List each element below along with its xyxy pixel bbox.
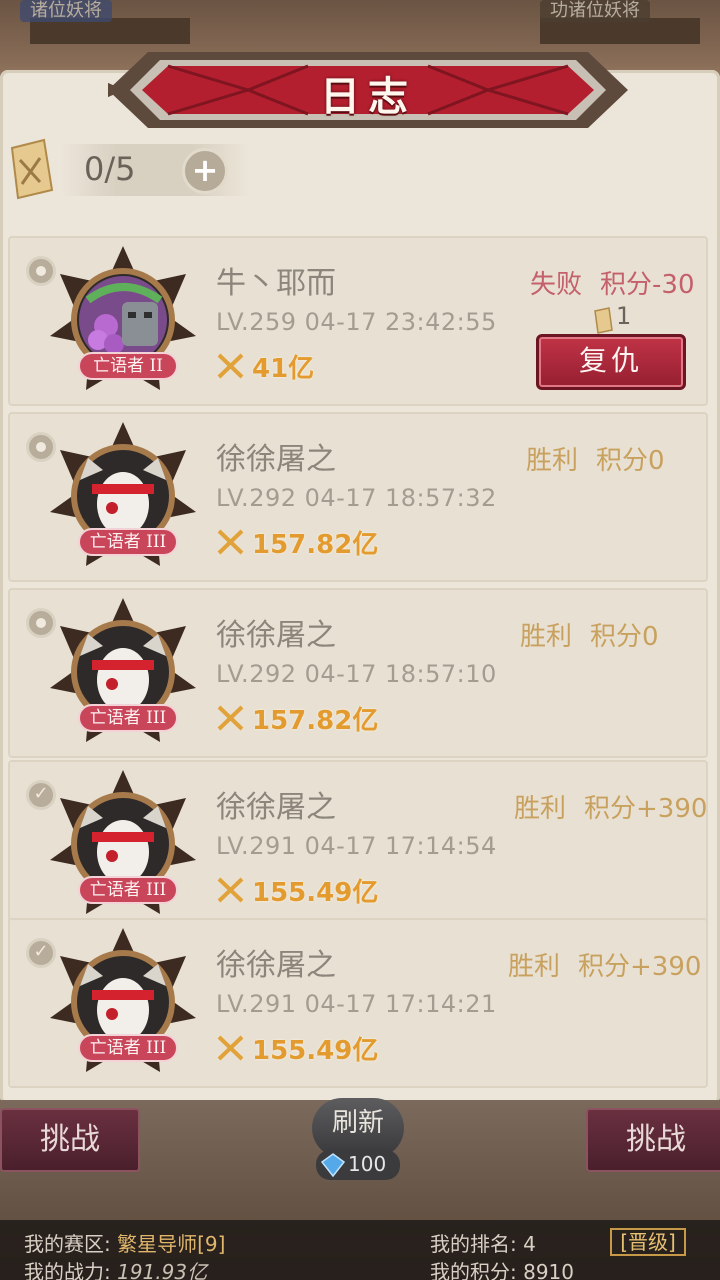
rank-tag: 亡语者 III xyxy=(78,704,178,732)
opponent-avatar: 亡语者 II xyxy=(48,244,198,394)
battle-result: 胜利 积分+390 xyxy=(514,788,707,825)
rank-value: 4 xyxy=(523,1232,536,1256)
entry-level-time: LV.291 04-17 17:14:21 xyxy=(216,990,497,1018)
challenge-button-right[interactable]: 挑战 xyxy=(586,1108,720,1172)
opponent-avatar: 亡语者 III xyxy=(48,420,198,570)
rank-tag: 亡语者 III xyxy=(78,1034,178,1062)
promote-button[interactable]: [晋级] xyxy=(610,1228,686,1256)
refresh-button[interactable]: 刷新 xyxy=(312,1098,404,1158)
opponent-power-value: 157.82亿 xyxy=(252,530,379,560)
opponent-power-value: 41亿 xyxy=(252,354,315,384)
score-change: 积分-30 xyxy=(600,270,695,300)
gem-icon xyxy=(320,1153,346,1178)
result-label: 失败 xyxy=(530,270,583,300)
opponent-avatar: 亡语者 III xyxy=(48,768,198,918)
score-change: 积分0 xyxy=(590,622,659,652)
log-entry: 亡语者 II 牛丶耶而 LV.259 04-17 23:42:55 41亿 失败… xyxy=(8,236,708,406)
log-entry: 亡语者 III 徐徐屠之 LV.292 04-17 18:57:32 157.8… xyxy=(8,412,708,582)
log-entry: 亡语者 III 徐徐屠之 LV.292 04-17 18:57:10 157.8… xyxy=(8,588,708,758)
battle-result: 胜利 积分0 xyxy=(526,440,665,477)
log-entry: ✓ 亡语者 III 徐徐屠之 LV.291 04-17 17:14:54 155… xyxy=(8,760,708,930)
score-change: 积分+390 xyxy=(578,952,702,982)
result-label: 胜利 xyxy=(520,622,573,652)
player-status-bar: 我的赛区: 繁星导师[9] 我的战力: 191.93亿 我的排名: 4 [晋级]… xyxy=(0,1220,720,1280)
ticket-icon xyxy=(594,307,613,334)
refresh-cost: 100 xyxy=(316,1150,400,1180)
dialog-title-banner: 日志 xyxy=(108,42,628,138)
score-change: 积分+390 xyxy=(584,794,708,824)
entry-level-time: LV.291 04-17 17:14:54 xyxy=(216,832,497,860)
opponent-name: 徐徐屠之 xyxy=(216,442,336,477)
result-label: 胜利 xyxy=(514,794,567,824)
dialog-title: 日志 xyxy=(320,74,416,120)
battle-result: 胜利 积分0 xyxy=(520,616,659,653)
ticket-icon xyxy=(10,138,54,200)
battle-result: 胜利 积分+390 xyxy=(508,946,701,983)
opponent-name: 徐徐屠之 xyxy=(216,790,336,825)
opponent-avatar: 亡语者 III xyxy=(48,926,198,1076)
zone-label: 我的赛区: xyxy=(24,1232,111,1256)
top-left-label: 诸位妖将 xyxy=(20,0,112,22)
challenge-button-left[interactable]: 挑战 xyxy=(0,1108,140,1172)
rank-label: 我的排名: xyxy=(430,1232,517,1256)
opponent-power-value: 155.49亿 xyxy=(252,1036,379,1066)
battle-result: 失败 积分-30 xyxy=(530,264,694,301)
power-value: 191.93亿 xyxy=(117,1260,208,1280)
result-label: 胜利 xyxy=(526,446,579,476)
opponent-name: 牛丶耶而 xyxy=(216,266,336,301)
opponent-power-value: 157.82亿 xyxy=(252,706,379,736)
ticket-reward-value: 1 xyxy=(616,302,632,330)
rank-tag: 亡语者 III xyxy=(78,528,178,556)
ticket-count: 0/5 xyxy=(84,150,136,188)
crossed-swords-icon xyxy=(217,877,244,903)
refresh-cost-value: 100 xyxy=(348,1152,387,1176)
top-right-label: 功诸位妖将 xyxy=(540,0,650,22)
opponent-name: 徐徐屠之 xyxy=(216,948,336,983)
crossed-swords-icon xyxy=(217,705,244,731)
opponent-power-value: 155.49亿 xyxy=(252,878,379,908)
score-change: 积分0 xyxy=(596,446,665,476)
score-value: 8910 xyxy=(523,1260,575,1280)
score-label: 我的积分: xyxy=(430,1260,517,1280)
opponent-name: 徐徐屠之 xyxy=(216,618,336,653)
entry-level-time: LV.292 04-17 18:57:10 xyxy=(216,660,497,688)
crossed-swords-icon xyxy=(217,1035,244,1061)
opponent-avatar: 亡语者 III xyxy=(48,596,198,746)
crossed-swords-icon xyxy=(217,529,244,555)
revenge-button[interactable]: 复仇 xyxy=(536,334,686,390)
crossed-swords-icon xyxy=(217,353,244,379)
power-label: 我的战力: xyxy=(24,1260,111,1280)
zone-value: 繁星导师[9] xyxy=(117,1232,226,1256)
result-label: 胜利 xyxy=(508,952,561,982)
add-ticket-button[interactable]: + xyxy=(182,148,228,194)
rank-tag: 亡语者 II xyxy=(78,352,178,380)
entry-level-time: LV.259 04-17 23:42:55 xyxy=(216,308,497,336)
log-entry: ✓ 亡语者 III 徐徐屠之 LV.291 04-17 17:14:21 155… xyxy=(8,918,708,1088)
entry-level-time: LV.292 04-17 18:57:32 xyxy=(216,484,497,512)
rank-tag: 亡语者 III xyxy=(78,876,178,904)
ticket-counter: 0/5 + xyxy=(0,130,720,210)
